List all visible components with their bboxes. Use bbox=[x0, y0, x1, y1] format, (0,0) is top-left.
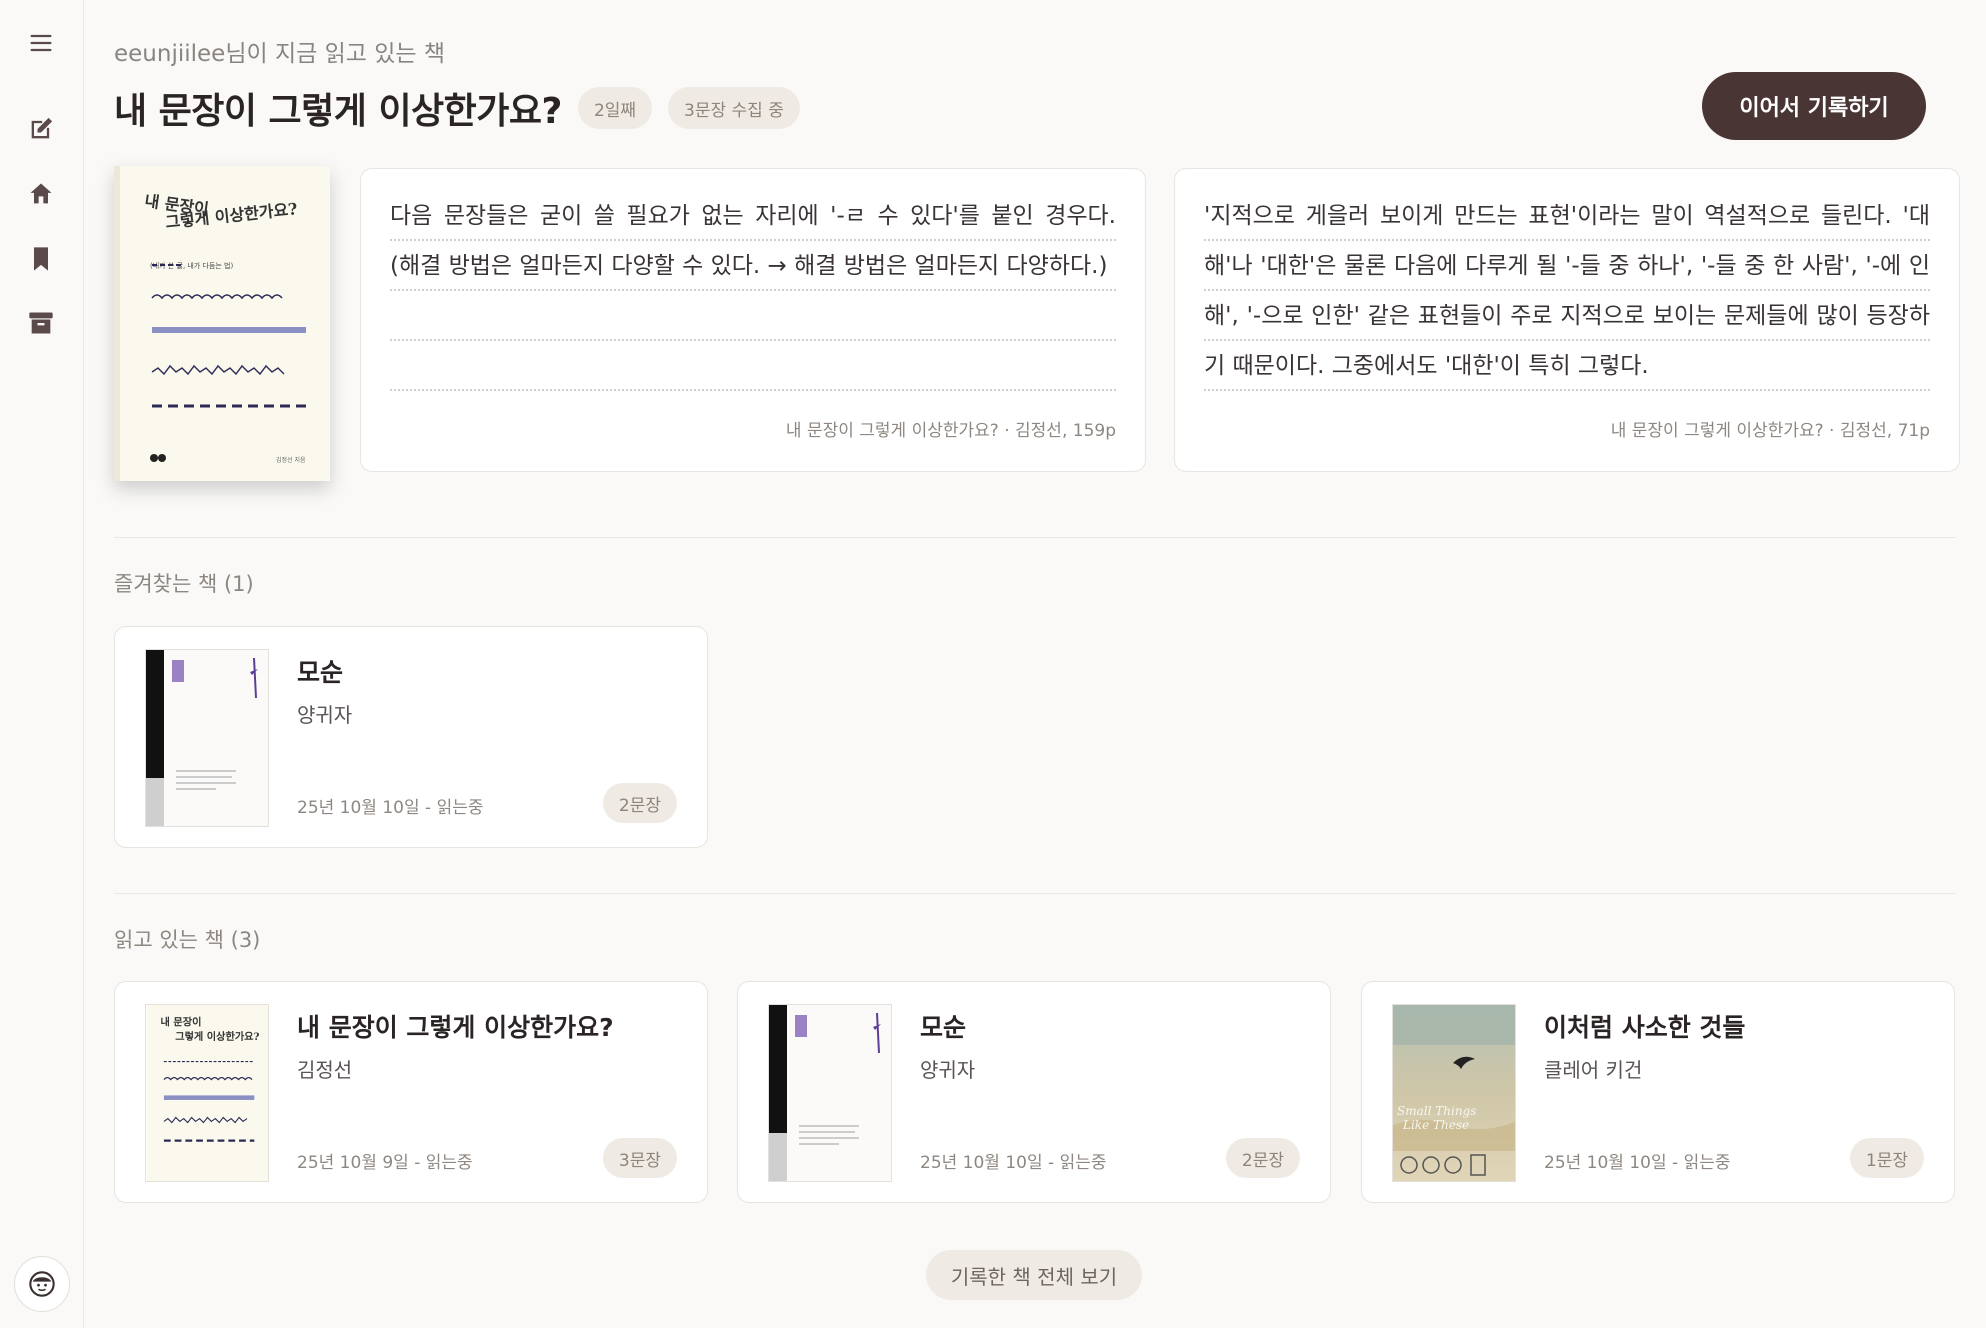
reader-line: eeunjiilee님이 지금 읽고 있는 책 bbox=[114, 41, 446, 67]
book-title: 이처럼 사소한 것들 bbox=[1544, 1013, 1746, 1042]
continue-recording-button[interactable]: 이어서 기록하기 bbox=[1702, 72, 1926, 140]
book-thumbnail-sentence: 내 문장이 그렇게 이상한가요? bbox=[145, 1004, 269, 1182]
favorites-section-label: 즐겨찾는 책 (1) bbox=[114, 572, 254, 596]
book-meta: 25년 10월 10일 - 읽는중 bbox=[920, 1153, 1107, 1173]
book-author: 양귀자 bbox=[920, 1058, 976, 1082]
book-title: 모순 bbox=[920, 1013, 967, 1042]
book-thumbnail-mosun bbox=[145, 649, 269, 827]
quote-source: 내 문장이 그렇게 이상한가요? · 김정선, 159p bbox=[785, 421, 1116, 441]
archive-icon[interactable] bbox=[24, 306, 58, 340]
sidebar bbox=[0, 0, 84, 1328]
quote-card[interactable]: '지적으로 게을러 보이게 만드는 표현'이라는 말이 역설적으로 들린다. '… bbox=[1174, 168, 1960, 472]
book-thumbnail-small-things: Small Things Like These bbox=[1392, 1004, 1516, 1182]
quote-card[interactable]: 다음 문장들은 굳이 쓸 필요가 없는 자리에 '-ㄹ 수 있다'를 붙인 경우… bbox=[360, 168, 1146, 472]
days-chip: 2일째 bbox=[577, 87, 653, 129]
book-author: 양귀자 bbox=[297, 703, 353, 727]
divider bbox=[114, 893, 1956, 894]
svg-text:그렇게 이상한가요?: 그렇게 이상한가요? bbox=[175, 1030, 259, 1043]
quote-text: '지적으로 게을러 보이게 만드는 표현'이라는 말이 역설적으로 들린다. '… bbox=[1204, 203, 1930, 379]
menu-icon[interactable] bbox=[24, 26, 58, 60]
book-title: 모순 bbox=[297, 658, 344, 687]
avatar-icon bbox=[29, 1271, 55, 1297]
book-cover-illustration: 내 문장이 그렇게 이상한가요? (내가 쓴 글, 내가 다듬는 법) 김정선 … bbox=[114, 166, 330, 481]
book-meta: 25년 10월 10일 - 읽는중 bbox=[297, 798, 484, 818]
page-title: 내 문장이 그렇게 이상한가요? bbox=[114, 91, 562, 132]
title-row: 내 문장이 그렇게 이상한가요? 2일째 3문장 수집 중 bbox=[114, 82, 800, 134]
reading-section-label: 읽고 있는 책 (3) bbox=[114, 928, 261, 952]
sentence-count-badge: 3문장 bbox=[602, 1138, 677, 1178]
svg-text:Small Things: Small Things bbox=[1397, 1104, 1476, 1118]
home-icon[interactable] bbox=[24, 177, 58, 211]
svg-text:Like These: Like These bbox=[1402, 1118, 1469, 1132]
collect-count-chip: 3문장 수집 중 bbox=[668, 87, 800, 129]
svg-text:내 문장이: 내 문장이 bbox=[161, 1015, 202, 1028]
favorite-book-card[interactable]: 모순 양귀자 25년 10월 10일 - 읽는중 2문장 bbox=[114, 626, 708, 848]
book-author: 김정선 bbox=[297, 1058, 353, 1082]
edit-icon[interactable] bbox=[24, 112, 58, 146]
book-author: 클레어 키건 bbox=[1544, 1058, 1643, 1082]
book-meta: 25년 10월 9일 - 읽는중 bbox=[297, 1153, 473, 1173]
reading-book-card[interactable]: 내 문장이 그렇게 이상한가요? 내 문장이 그렇게 이상한가요? 김정선 25… bbox=[114, 981, 708, 1203]
current-book-cover[interactable]: 내 문장이 그렇게 이상한가요? (내가 쓴 글, 내가 다듬는 법) 김정선 … bbox=[114, 166, 330, 481]
reading-book-card[interactable]: Small Things Like These 이처럼 사소한 것들 클레어 키… bbox=[1361, 981, 1955, 1203]
sentence-count-badge: 2문장 bbox=[1225, 1138, 1300, 1178]
book-meta: 25년 10월 10일 - 읽는중 bbox=[1544, 1153, 1731, 1173]
view-all-books-button[interactable]: 기록한 책 전체 보기 bbox=[926, 1250, 1142, 1300]
divider bbox=[114, 537, 1956, 538]
sentence-count-badge: 1문장 bbox=[1849, 1138, 1924, 1178]
book-thumbnail-mosun bbox=[768, 1004, 892, 1182]
quote-source: 내 문장이 그렇게 이상한가요? · 김정선, 71p bbox=[1610, 421, 1930, 441]
svg-text:김정선 지음: 김정선 지음 bbox=[276, 456, 306, 464]
book-title: 내 문장이 그렇게 이상한가요? bbox=[297, 1013, 614, 1042]
sentence-count-badge: 2문장 bbox=[602, 783, 677, 823]
quote-text: 다음 문장들은 굳이 쓸 필요가 없는 자리에 '-ㄹ 수 있다'를 붙인 경우… bbox=[390, 203, 1116, 279]
bookmark-icon[interactable] bbox=[24, 242, 58, 276]
avatar[interactable] bbox=[14, 1256, 70, 1312]
reading-book-card[interactable]: 모순 양귀자 25년 10월 10일 - 읽는중 2문장 bbox=[737, 981, 1331, 1203]
